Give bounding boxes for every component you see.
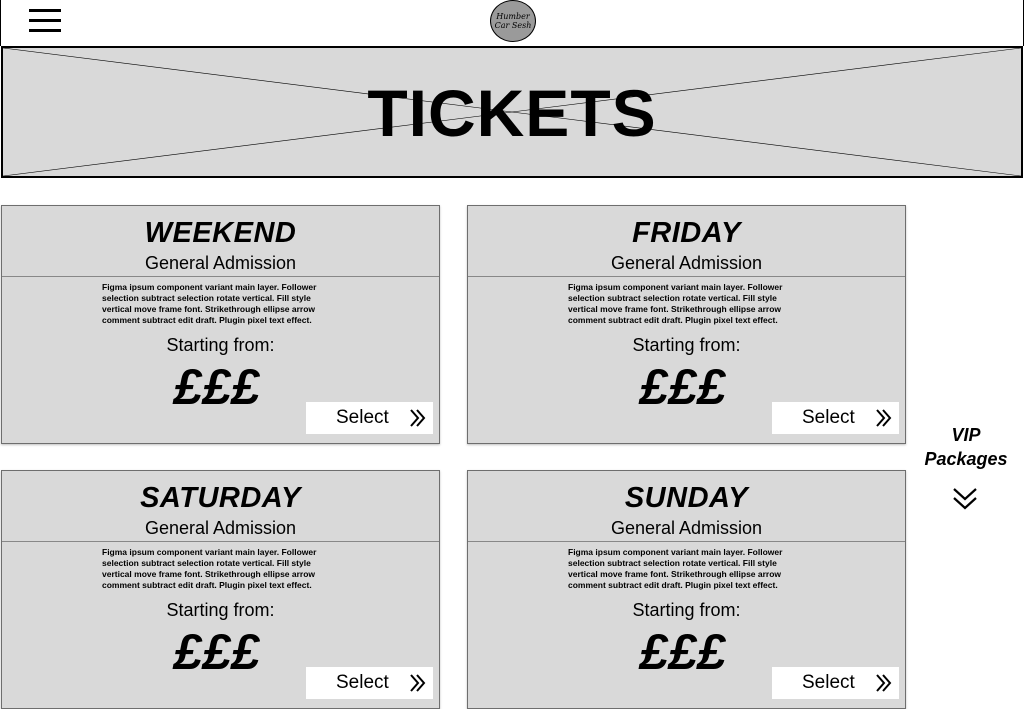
vip-label-line2: Packages — [924, 449, 1008, 469]
double-chevron-right-icon — [410, 674, 426, 692]
select-button-label: Select — [802, 407, 855, 428]
select-button[interactable]: Select — [772, 667, 899, 699]
ticket-description: Figma ipsum component variant main layer… — [102, 547, 317, 590]
double-chevron-right-icon — [876, 674, 892, 692]
starting-from-label: Starting from: — [632, 600, 741, 620]
starting-from-label: Starting from: — [166, 600, 275, 620]
ticket-admission-type: General Admission — [610, 518, 763, 538]
double-chevron-right-icon — [876, 409, 892, 427]
hero-banner: TICKETS — [1, 46, 1023, 178]
double-chevron-down-icon[interactable] — [952, 487, 978, 511]
hamburger-menu-icon[interactable] — [29, 8, 61, 34]
double-chevron-right-icon — [410, 409, 426, 427]
logo-text-line2: Car Sesh — [494, 21, 532, 30]
ticket-description: Figma ipsum component variant main layer… — [568, 547, 783, 590]
ticket-day-title: SUNDAY — [624, 482, 749, 514]
select-button-label: Select — [802, 672, 855, 693]
ticket-card-header: FRIDAY General Admission — [468, 206, 905, 277]
select-button-label: Select — [336, 407, 389, 428]
top-navigation-bar: Humber Car Sesh — [0, 0, 1024, 46]
ticket-description: Figma ipsum component variant main layer… — [102, 282, 317, 325]
ticket-day-title: FRIDAY — [632, 217, 741, 249]
select-button[interactable]: Select — [772, 402, 899, 434]
ticket-admission-type: General Admission — [144, 253, 297, 273]
select-button-label: Select — [336, 672, 389, 693]
ticket-card-header: SATURDAY General Admission — [2, 471, 439, 542]
ticket-card-saturday: SATURDAY General Admission Figma ipsum c… — [1, 470, 440, 709]
ticket-card-friday: FRIDAY General Admission Figma ipsum com… — [467, 205, 906, 444]
ticket-card-header: WEEKEND General Admission — [2, 206, 439, 277]
page-title: TICKETS — [367, 76, 657, 150]
logo-text-line1: Humber — [496, 12, 530, 21]
ticket-admission-type: General Admission — [610, 253, 763, 273]
ticket-card-sunday: SUNDAY General Admission Figma ipsum com… — [467, 470, 906, 709]
starting-from-label: Starting from: — [166, 335, 275, 355]
ticket-admission-type: General Admission — [144, 518, 297, 538]
vip-packages-link[interactable]: VIP Packages — [912, 423, 1020, 471]
ticket-day-title: SATURDAY — [140, 482, 301, 514]
ticket-card-header: SUNDAY General Admission — [468, 471, 905, 542]
ticket-card-weekend: WEEKEND General Admission Figma ipsum co… — [1, 205, 440, 444]
ticket-description: Figma ipsum component variant main layer… — [568, 282, 783, 325]
site-logo[interactable]: Humber Car Sesh — [490, 0, 536, 42]
starting-from-label: Starting from: — [632, 335, 741, 355]
ticket-day-title: WEEKEND — [144, 217, 297, 249]
select-button[interactable]: Select — [306, 402, 433, 434]
vip-label-line1: VIP — [951, 425, 981, 445]
select-button[interactable]: Select — [306, 667, 433, 699]
